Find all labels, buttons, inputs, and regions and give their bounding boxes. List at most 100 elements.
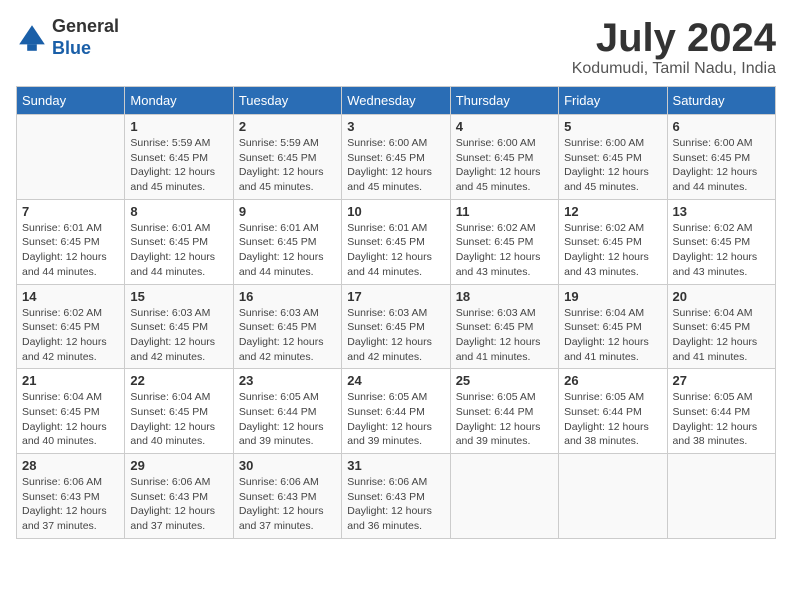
- day-number: 30: [239, 458, 336, 473]
- column-header-thursday: Thursday: [450, 87, 558, 115]
- cell-info: Sunrise: 5:59 AM Sunset: 6:45 PM Dayligh…: [239, 136, 336, 195]
- column-header-monday: Monday: [125, 87, 233, 115]
- day-number: 31: [347, 458, 444, 473]
- day-number: 23: [239, 373, 336, 388]
- logo: General Blue: [16, 16, 119, 59]
- logo-icon: [16, 22, 48, 54]
- day-number: 9: [239, 204, 336, 219]
- cell-info: Sunrise: 6:02 AM Sunset: 6:45 PM Dayligh…: [22, 306, 119, 365]
- calendar-cell: 21Sunrise: 6:04 AM Sunset: 6:45 PM Dayli…: [17, 369, 125, 454]
- day-number: 2: [239, 119, 336, 134]
- column-header-sunday: Sunday: [17, 87, 125, 115]
- column-header-tuesday: Tuesday: [233, 87, 341, 115]
- day-number: 4: [456, 119, 553, 134]
- day-number: 25: [456, 373, 553, 388]
- cell-info: Sunrise: 6:06 AM Sunset: 6:43 PM Dayligh…: [130, 475, 227, 534]
- calendar-cell: 14 Sunrise: 6:02 AM Sunset: 6:45 PM Dayli…: [17, 284, 125, 369]
- calendar-cell: 15Sunrise: 6:03 AM Sunset: 6:45 PM Dayli…: [125, 284, 233, 369]
- cell-info: Sunrise: 6:04 AM Sunset: 6:45 PM Dayligh…: [22, 390, 119, 449]
- cell-info: Sunrise: 6:03 AM Sunset: 6:45 PM Dayligh…: [347, 306, 444, 365]
- day-number: 11: [456, 204, 553, 219]
- day-number: 16: [239, 289, 336, 304]
- cell-info: Sunrise: 6:05 AM Sunset: 6:44 PM Dayligh…: [564, 390, 661, 449]
- calendar-cell: 7 Sunrise: 6:01 AM Sunset: 6:45 PM Daylig…: [17, 199, 125, 284]
- cell-info: Sunrise: 5:59 AM Sunset: 6:45 PM Dayligh…: [130, 136, 227, 195]
- calendar-cell: 11Sunrise: 6:02 AM Sunset: 6:45 PM Dayli…: [450, 199, 558, 284]
- calendar-cell: 13 Sunrise: 6:02 AM Sunset: 6:45 PM Dayli…: [667, 199, 775, 284]
- calendar-cell: 6 Sunrise: 6:00 AM Sunset: 6:45 PM Daylig…: [667, 115, 775, 200]
- calendar-header-row: SundayMondayTuesdayWednesdayThursdayFrid…: [17, 87, 776, 115]
- column-header-friday: Friday: [559, 87, 667, 115]
- calendar-cell: [17, 115, 125, 200]
- cell-info: Sunrise: 6:02 AM Sunset: 6:45 PM Dayligh…: [673, 221, 770, 280]
- day-number: 22: [130, 373, 227, 388]
- cell-info: Sunrise: 6:02 AM Sunset: 6:45 PM Dayligh…: [564, 221, 661, 280]
- cell-info: Sunrise: 6:00 AM Sunset: 6:45 PM Dayligh…: [347, 136, 444, 195]
- column-header-saturday: Saturday: [667, 87, 775, 115]
- cell-info: Sunrise: 6:06 AM Sunset: 6:43 PM Dayligh…: [347, 475, 444, 534]
- day-number: 1: [130, 119, 227, 134]
- day-number: 19: [564, 289, 661, 304]
- day-number: 12: [564, 204, 661, 219]
- calendar-cell: [450, 454, 558, 539]
- calendar-cell: [667, 454, 775, 539]
- calendar-cell: 8 Sunrise: 6:01 AM Sunset: 6:45 PM Daylig…: [125, 199, 233, 284]
- calendar-cell: 22 Sunrise: 6:04 AM Sunset: 6:45 PM Dayli…: [125, 369, 233, 454]
- title-block: July 2024 Kodumudi, Tamil Nadu, India: [572, 16, 776, 78]
- page-header: General Blue July 2024 Kodumudi, Tamil N…: [16, 16, 776, 78]
- calendar-cell: 29 Sunrise: 6:06 AM Sunset: 6:43 PM Dayli…: [125, 454, 233, 539]
- day-number: 15: [130, 289, 227, 304]
- column-header-wednesday: Wednesday: [342, 87, 450, 115]
- day-number: 24: [347, 373, 444, 388]
- cell-info: Sunrise: 6:04 AM Sunset: 6:45 PM Dayligh…: [564, 306, 661, 365]
- day-number: 10: [347, 204, 444, 219]
- day-number: 14: [22, 289, 119, 304]
- day-number: 7: [22, 204, 119, 219]
- cell-info: Sunrise: 6:05 AM Sunset: 6:44 PM Dayligh…: [347, 390, 444, 449]
- day-number: 8: [130, 204, 227, 219]
- cell-info: Sunrise: 6:01 AM Sunset: 6:45 PM Dayligh…: [347, 221, 444, 280]
- cell-info: Sunrise: 6:00 AM Sunset: 6:45 PM Dayligh…: [673, 136, 770, 195]
- calendar-cell: 20 Sunrise: 6:04 AM Sunset: 6:45 PM Dayli…: [667, 284, 775, 369]
- calendar-week-row: 28 Sunrise: 6:06 AM Sunset: 6:43 PM Dayli…: [17, 454, 776, 539]
- day-number: 13: [673, 204, 770, 219]
- cell-info: Sunrise: 6:01 AM Sunset: 6:45 PM Dayligh…: [239, 221, 336, 280]
- day-number: 6: [673, 119, 770, 134]
- day-number: 28: [22, 458, 119, 473]
- day-number: 27: [673, 373, 770, 388]
- month-title: July 2024: [572, 16, 776, 60]
- calendar-cell: 2 Sunrise: 5:59 AM Sunset: 6:45 PM Daylig…: [233, 115, 341, 200]
- cell-info: Sunrise: 6:04 AM Sunset: 6:45 PM Dayligh…: [130, 390, 227, 449]
- cell-info: Sunrise: 6:05 AM Sunset: 6:44 PM Dayligh…: [673, 390, 770, 449]
- cell-info: Sunrise: 6:03 AM Sunset: 6:45 PM Dayligh…: [239, 306, 336, 365]
- calendar-cell: 1 Sunrise: 5:59 AM Sunset: 6:45 PM Daylig…: [125, 115, 233, 200]
- calendar-cell: [559, 454, 667, 539]
- calendar-cell: 12 Sunrise: 6:02 AM Sunset: 6:45 PM Dayli…: [559, 199, 667, 284]
- calendar-cell: 24 Sunrise: 6:05 AM Sunset: 6:44 PM Dayli…: [342, 369, 450, 454]
- calendar-week-row: 1 Sunrise: 5:59 AM Sunset: 6:45 PM Daylig…: [17, 115, 776, 200]
- day-number: 26: [564, 373, 661, 388]
- cell-info: Sunrise: 6:04 AM Sunset: 6:45 PM Dayligh…: [673, 306, 770, 365]
- cell-info: Sunrise: 6:01 AM Sunset: 6:45 PM Dayligh…: [22, 221, 119, 280]
- cell-info: Sunrise: 6:00 AM Sunset: 6:45 PM Dayligh…: [456, 136, 553, 195]
- calendar-week-row: 14 Sunrise: 6:02 AM Sunset: 6:45 PM Dayli…: [17, 284, 776, 369]
- logo-blue-text: Blue: [52, 38, 119, 60]
- day-number: 20: [673, 289, 770, 304]
- cell-info: Sunrise: 6:06 AM Sunset: 6:43 PM Dayligh…: [22, 475, 119, 534]
- calendar-cell: 25Sunrise: 6:05 AM Sunset: 6:44 PM Dayli…: [450, 369, 558, 454]
- day-number: 29: [130, 458, 227, 473]
- calendar-table: SundayMondayTuesdayWednesdayThursdayFrid…: [16, 86, 776, 539]
- calendar-cell: 10 Sunrise: 6:01 AM Sunset: 6:45 PM Dayli…: [342, 199, 450, 284]
- cell-info: Sunrise: 6:00 AM Sunset: 6:45 PM Dayligh…: [564, 136, 661, 195]
- calendar-cell: 17 Sunrise: 6:03 AM Sunset: 6:45 PM Dayli…: [342, 284, 450, 369]
- location-text: Kodumudi, Tamil Nadu, India: [572, 60, 776, 78]
- calendar-cell: 18Sunrise: 6:03 AM Sunset: 6:45 PM Dayli…: [450, 284, 558, 369]
- calendar-week-row: 21Sunrise: 6:04 AM Sunset: 6:45 PM Dayli…: [17, 369, 776, 454]
- cell-info: Sunrise: 6:01 AM Sunset: 6:45 PM Dayligh…: [130, 221, 227, 280]
- cell-info: Sunrise: 6:06 AM Sunset: 6:43 PM Dayligh…: [239, 475, 336, 534]
- calendar-cell: 3 Sunrise: 6:00 AM Sunset: 6:45 PM Daylig…: [342, 115, 450, 200]
- calendar-cell: 5Sunrise: 6:00 AM Sunset: 6:45 PM Daylig…: [559, 115, 667, 200]
- day-number: 18: [456, 289, 553, 304]
- day-number: 17: [347, 289, 444, 304]
- day-number: 3: [347, 119, 444, 134]
